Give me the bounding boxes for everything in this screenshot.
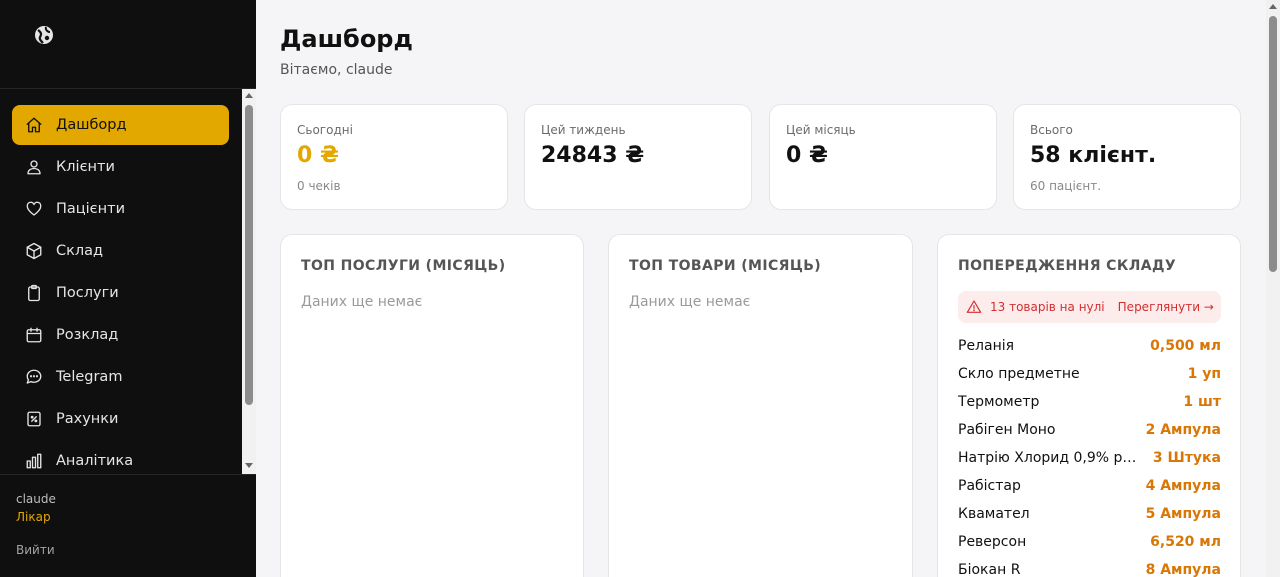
alert-text: 13 товарів на нулі (990, 300, 1105, 314)
sidebar-item-schedule[interactable]: Розклад (12, 315, 229, 355)
stat-label: Цей місяць (786, 123, 856, 137)
stat-value: 0 ₴ (786, 143, 828, 168)
item-name: Рабістар (958, 478, 1021, 494)
item-qty: 1 шт (1183, 394, 1221, 410)
list-item[interactable]: Реверсон 6,520 мл (958, 528, 1221, 556)
user-name: claude (16, 492, 56, 506)
top-products-panel: ТОП ТОВАРИ (МІСЯЦЬ) Даних ще немає (608, 234, 913, 577)
item-name: Натрію Хлорид 0,9% розчин (958, 450, 1140, 466)
stat-value: 0 ₴ (297, 143, 339, 168)
list-item[interactable]: Натрію Хлорид 0,9% розчин 3 Штука (958, 444, 1221, 472)
users-icon (24, 157, 44, 177)
item-qty: 0,500 мл (1150, 338, 1221, 354)
list-item[interactable]: Рабіген Моно 2 Ампула (958, 416, 1221, 444)
sidebar-item-telegram[interactable]: Telegram (12, 357, 229, 397)
logout-button[interactable]: Вийти (16, 543, 55, 557)
list-item[interactable]: Термометр 1 шт (958, 388, 1221, 416)
stat-sub: 0 чеків (297, 179, 341, 193)
sidebar-item-label: Клієнти (56, 159, 115, 175)
user-role: Лікар (16, 510, 51, 524)
bar-chart-icon (24, 451, 44, 471)
sidebar-item-analytics[interactable]: Аналітика (12, 441, 229, 474)
sidebar-item-label: Telegram (56, 369, 123, 385)
box-icon (24, 241, 44, 261)
scroll-down-arrow-icon[interactable] (245, 463, 253, 468)
stat-sub: 60 пацієнт. (1030, 179, 1102, 193)
clipboard-icon (24, 283, 44, 303)
item-name: Реланія (958, 338, 1015, 354)
stat-value: 24843 ₴ (541, 143, 645, 168)
list-item[interactable]: Реланія 0,500 мл (958, 332, 1221, 360)
sidebar-item-services[interactable]: Послуги (12, 273, 229, 313)
sidebar-item-patients[interactable]: Пацієнти (12, 189, 229, 229)
sidebar-item-label: Склад (56, 243, 104, 259)
receipt-icon (24, 409, 44, 429)
item-name: Квамател (958, 506, 1030, 522)
stat-label: Цей тиждень (541, 123, 626, 137)
item-qty: 4 Ампула (1145, 478, 1221, 494)
page-subtitle: Вітаємо, claude (280, 62, 393, 78)
sidebar-nav: Дашборд Клієнти Пацієнти Склад Послуги Р… (0, 89, 242, 474)
sidebar-item-stock[interactable]: Склад (12, 231, 229, 271)
sidebar-item-label: Аналітика (56, 453, 134, 469)
item-name: Рабіген Моно (958, 422, 1056, 438)
sidebar-item-dashboard[interactable]: Дашборд (12, 105, 229, 145)
stock-list: Реланія 0,500 мл Скло предметне 1 уп Термо… (958, 332, 1221, 577)
item-name: Скло предметне (958, 366, 1080, 382)
scrollbar-thumb[interactable] (245, 105, 253, 405)
chat-icon (24, 367, 44, 387)
panel-title: ПОПЕРЕДЖЕННЯ СКЛАДУ (958, 258, 1177, 274)
sidebar-scrollbar[interactable] (242, 89, 256, 474)
top-services-panel: ТОП ПОСЛУГИ (МІСЯЦЬ) Даних ще немає (280, 234, 584, 577)
scroll-up-arrow-icon[interactable] (1269, 4, 1277, 9)
sidebar-item-label: Розклад (56, 327, 119, 343)
empty-state-text: Даних ще немає (629, 294, 751, 310)
calendar-icon (24, 325, 44, 345)
sidebar: Дашборд Клієнти Пацієнти Склад Послуги Р… (0, 0, 256, 577)
list-item[interactable]: Квамател 5 Ампула (958, 500, 1221, 528)
scroll-up-arrow-icon[interactable] (245, 93, 253, 98)
stat-label: Сьогодні (297, 123, 353, 137)
sidebar-item-label: Рахунки (56, 411, 119, 427)
home-icon (24, 115, 44, 135)
panel-title: ТОП ПОСЛУГИ (МІСЯЦЬ) (301, 258, 506, 274)
page-scrollbar[interactable] (1266, 0, 1280, 577)
page-title: Дашборд (280, 25, 413, 53)
empty-state-text: Даних ще немає (301, 294, 423, 310)
item-qty: 2 Ампула (1145, 422, 1221, 438)
view-zero-stock-link[interactable]: Переглянути → (1118, 300, 1214, 314)
list-item[interactable]: Скло предметне 1 уп (958, 360, 1221, 388)
main-content: Дашборд Вітаємо, claude Сьогодні 0 ₴ 0 ч… (256, 0, 1266, 577)
stat-card-month: Цей місяць 0 ₴ (769, 104, 997, 210)
item-name: Біокан R (958, 562, 1021, 577)
stat-card-today: Сьогодні 0 ₴ 0 чеків (280, 104, 508, 210)
sidebar-item-clients[interactable]: Клієнти (12, 147, 229, 187)
stat-label: Всього (1030, 123, 1073, 137)
sidebar-item-label: Дашборд (56, 117, 127, 133)
panel-title: ТОП ТОВАРИ (МІСЯЦЬ) (629, 258, 822, 274)
globe-logo-icon[interactable] (33, 24, 55, 46)
item-qty: 1 уп (1187, 366, 1221, 382)
item-qty: 8 Ампула (1145, 562, 1221, 577)
sidebar-item-label: Пацієнти (56, 201, 125, 217)
stat-value: 58 клієнт. (1030, 143, 1157, 168)
item-qty: 6,520 мл (1150, 534, 1221, 550)
logo-area (0, 0, 256, 89)
sidebar-item-invoices[interactable]: Рахунки (12, 399, 229, 439)
item-qty: 5 Ампула (1145, 506, 1221, 522)
list-item[interactable]: Біокан R 8 Ампула (958, 556, 1221, 577)
stat-card-week: Цей тиждень 24843 ₴ (524, 104, 752, 210)
scrollbar-thumb[interactable] (1269, 16, 1277, 272)
user-area: claude Лікар Вийти (0, 474, 256, 577)
stat-card-total: Всього 58 клієнт. 60 пацієнт. (1013, 104, 1241, 210)
warning-triangle-icon (966, 299, 982, 315)
stock-warnings-panel: ПОПЕРЕДЖЕННЯ СКЛАДУ 13 товарів на нулі П… (937, 234, 1241, 577)
item-qty: 3 Штука (1152, 450, 1221, 466)
list-item[interactable]: Рабістар 4 Ампула (958, 472, 1221, 500)
item-name: Реверсон (958, 534, 1027, 550)
zero-stock-alert: 13 товарів на нулі Переглянути → (958, 291, 1221, 323)
heart-icon (24, 199, 44, 219)
item-name: Термометр (958, 394, 1040, 410)
sidebar-item-label: Послуги (56, 285, 119, 301)
